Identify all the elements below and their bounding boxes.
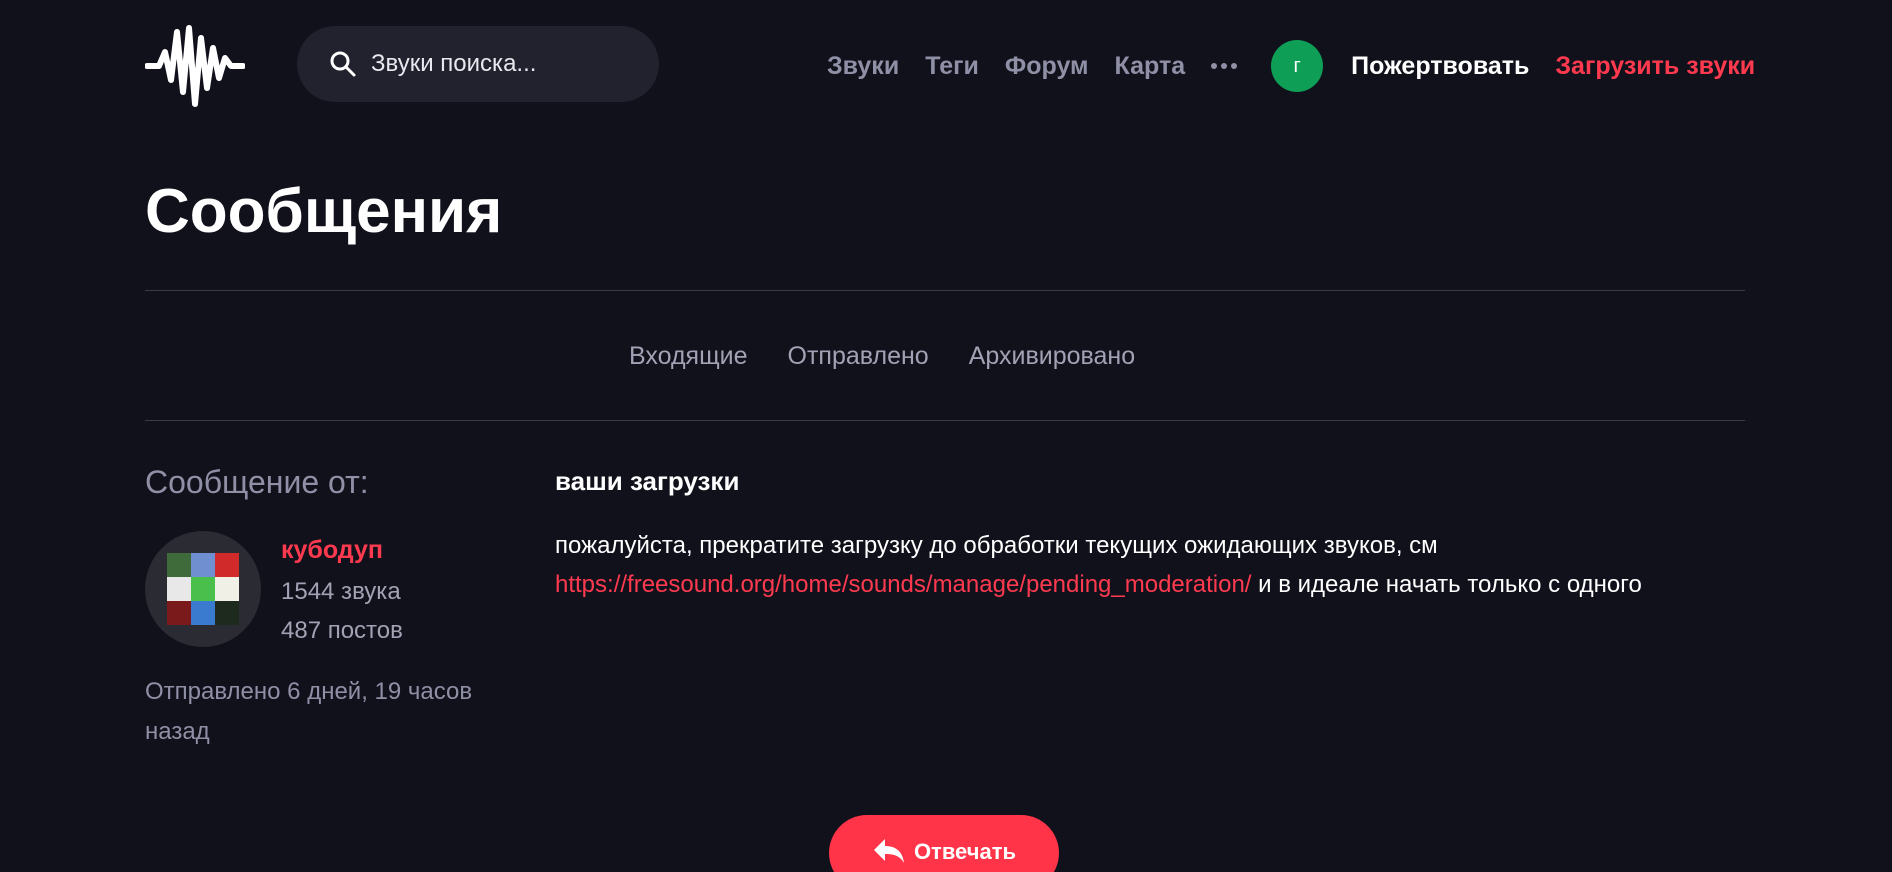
tab-sent[interactable]: Отправлено bbox=[788, 342, 929, 371]
nav-forum[interactable]: Форум bbox=[1005, 52, 1089, 81]
sender-posts-count[interactable]: 487 постов bbox=[281, 617, 403, 645]
tab-archived[interactable]: Архивировано bbox=[969, 342, 1135, 371]
title-divider bbox=[145, 290, 1745, 291]
upload-sounds-link[interactable]: Загрузить звуки bbox=[1555, 52, 1755, 81]
search-input[interactable] bbox=[369, 49, 643, 79]
reply-arrow-icon bbox=[873, 839, 904, 863]
message-subject: ваши загрузки bbox=[555, 466, 740, 496]
sent-time: Отправлено 6 дней, 19 часов назад bbox=[145, 678, 473, 745]
page-title: Сообщения bbox=[145, 177, 503, 246]
message-tabs: Входящие Отправлено Архивировано bbox=[0, 342, 1892, 382]
sender-avatar[interactable] bbox=[145, 531, 261, 647]
message-body-text: пожалуйста, прекратите загрузку до обраб… bbox=[555, 532, 1438, 559]
sender-sounds-count[interactable]: 1544 звука bbox=[281, 578, 401, 606]
sender-name-link[interactable]: кубодуп bbox=[281, 536, 383, 565]
nav-tags[interactable]: Теги bbox=[925, 52, 979, 81]
main-nav: Звуки Теги Форум Карта г Пожертвовать За… bbox=[827, 0, 1755, 132]
header: Звуки Теги Форум Карта г Пожертвовать За… bbox=[144, 0, 1755, 132]
freesound-logo-icon[interactable] bbox=[144, 22, 246, 108]
page: Звуки Теги Форум Карта г Пожертвовать За… bbox=[0, 0, 1892, 872]
reply-button[interactable]: Отвечать bbox=[829, 815, 1059, 872]
reply-label: Отвечать bbox=[913, 839, 1017, 864]
nav-map[interactable]: Карта bbox=[1115, 52, 1186, 81]
nav-sounds[interactable]: Звуки bbox=[827, 52, 899, 81]
sender-avatar-image bbox=[167, 553, 239, 625]
tabs-divider bbox=[145, 420, 1745, 421]
user-avatar[interactable]: г bbox=[1271, 40, 1324, 92]
message-body-text-end: и в идеале начать только с одного bbox=[1258, 571, 1642, 598]
message-body: пожалуйста, прекратите загрузку до обраб… bbox=[555, 526, 1755, 604]
tab-inbox[interactable]: Входящие bbox=[629, 342, 748, 371]
more-dots-icon[interactable] bbox=[1211, 63, 1238, 69]
search-icon bbox=[330, 51, 356, 77]
from-label: Сообщение от: bbox=[145, 464, 369, 500]
search-bar[interactable] bbox=[297, 26, 659, 102]
pending-moderation-link[interactable]: https://freesound.org/home/sounds/manage… bbox=[555, 571, 1251, 598]
donate-link[interactable]: Пожертвовать bbox=[1351, 52, 1529, 81]
